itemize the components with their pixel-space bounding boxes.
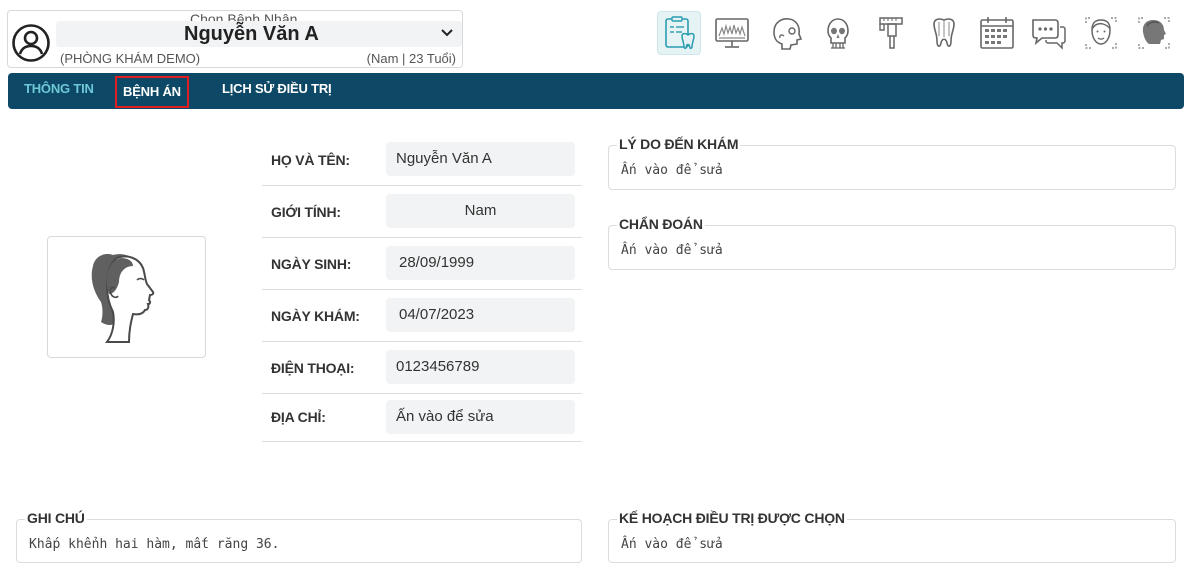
notes-value[interactable]: Khấp khểnh hai hàm, mất răng 36. [29,537,279,552]
gender-label: GIỚI TÍNH: [271,204,341,220]
tab-lich-su-dieu-tri[interactable]: LỊCH SỬ ĐIỀU TRỊ [222,81,332,96]
visit-date-field[interactable]: 04/07/2023 [386,298,575,332]
address-field[interactable]: Ấn vào để sửa [386,400,575,434]
patient-selector[interactable]: Chọn Bệnh Nhân Nguyễn Văn A (PHÒNG KHÁM … [7,10,463,68]
treatment-plan-box[interactable]: KẾ HOẠCH ĐIỀU TRỊ ĐƯỢC CHỌN Ấn vào để sử… [608,510,1176,563]
reason-for-visit-value[interactable]: Ấn vào để sửa [621,163,723,178]
phone-label: ĐIỆN THOẠI: [271,360,355,376]
info-row-phone: ĐIỆN THOẠI: 0123456789 [262,342,582,394]
tab-benh-an[interactable]: BỆNH ÁN [115,76,189,108]
info-row-birth-date: NGÀY SINH: 28/09/1999 [262,238,582,290]
info-row-address: ĐỊA CHỈ: Ấn vào để sửa [262,392,582,442]
calendar-icon[interactable] [975,11,1019,55]
full-name-label: HỌ VÀ TÊN: [271,152,350,168]
full-name-field[interactable]: Nguyễn Văn A [386,142,575,176]
face-side-icon[interactable] [1132,11,1176,55]
diagnosis-value[interactable]: Ấn vào để sửa [621,243,723,258]
patient-demographics: (Nam | 23 Tuổi) [366,51,456,66]
address-label: ĐỊA CHỈ: [271,409,326,425]
chat-icon[interactable] [1027,11,1071,55]
tooth-icon[interactable] [922,11,966,55]
medical-record-tooth-icon[interactable] [657,11,701,55]
visit-date-label: NGÀY KHÁM: [271,308,360,324]
patient-name: Nguyễn Văn A [184,23,319,45]
notes-box[interactable]: GHI CHÚ Khấp khểnh hai hàm, mất răng 36. [16,510,582,563]
diagnosis-box[interactable]: CHẨN ĐOÁN Ấn vào để sửa [608,216,1176,270]
reason-for-visit-box[interactable]: LÝ DO ĐẾN KHÁM Ấn vào để sửa [608,136,1176,190]
tab-thong-tin[interactable]: THÔNG TIN [24,81,94,96]
treatment-plan-value[interactable]: Ấn vào để sửa [621,537,723,552]
patient-dropdown[interactable]: Nguyễn Văn A [56,21,462,47]
phone-field[interactable]: 0123456789 [386,350,575,384]
clinic-name: (PHÒNG KHÁM DEMO) [60,51,201,66]
skull-front-icon[interactable] [816,11,860,55]
chevron-down-icon [441,29,453,37]
user-avatar-icon[interactable] [11,23,51,63]
gender-field[interactable]: Nam [386,194,575,228]
nav-bar: THÔNG TIN BỆNH ÁN LỊCH SỬ ĐIỀU TRỊ [8,73,1184,109]
skull-side-icon[interactable] [763,11,807,55]
info-row-gender: GIỚI TÍNH: Nam [262,186,582,238]
notes-label: GHI CHÚ [25,510,87,526]
info-row-full-name: HỌ VÀ TÊN: Nguyễn Văn A [262,134,582,186]
patient-photo[interactable] [47,236,206,358]
face-front-icon[interactable] [1079,11,1123,55]
diagnosis-label: CHẨN ĐOÁN [617,216,705,232]
reason-for-visit-label: LÝ DO ĐẾN KHÁM [617,136,741,152]
profile-silhouette-icon [91,254,154,343]
treatment-plan-label: KẾ HOẠCH ĐIỀU TRỊ ĐƯỢC CHỌN [617,510,847,526]
birth-date-field[interactable]: 28/09/1999 [386,246,575,280]
xray-monitor-icon[interactable] [710,11,754,55]
caliper-icon[interactable] [869,11,913,55]
birth-date-label: NGÀY SINH: [271,256,352,272]
info-row-visit-date: NGÀY KHÁM: 04/07/2023 [262,290,582,342]
